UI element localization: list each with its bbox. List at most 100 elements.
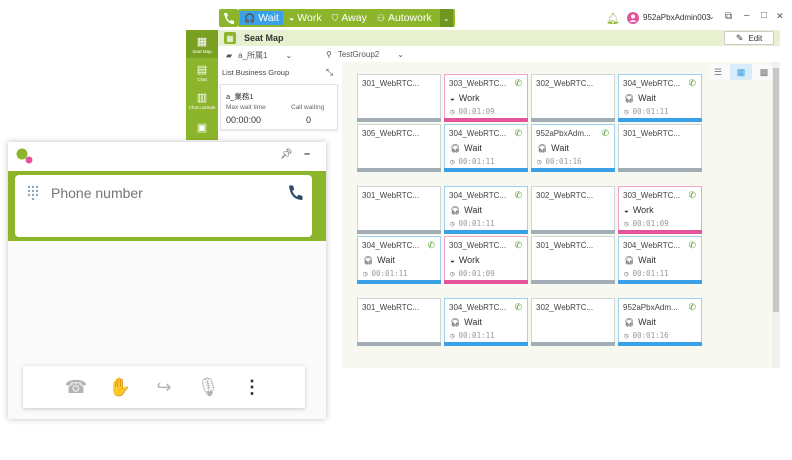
seat-card[interactable]: 302_WebRTC... [531, 298, 615, 346]
seat-status: 🎧︎ Wait [363, 255, 395, 265]
sidebar-item-chat[interactable]: ▤ Chat [186, 58, 218, 86]
department-filter[interactable]: ▰ a_所属1 ⌄ [226, 50, 292, 61]
microphone-icon[interactable]: 🎙 [186, 377, 230, 398]
seat-card[interactable]: 952aPbxAdm... ✆ 🎧︎ Wait ◷ 00:01:16 [618, 298, 702, 346]
restore-icon[interactable]: ⧉ [725, 11, 732, 22]
status-dropdown-button[interactable]: ⌄ [439, 9, 453, 27]
seat-name: 303_WebRTC... [623, 191, 681, 200]
status-color-bar [444, 342, 528, 346]
seat-card[interactable]: 301_WebRTC... [531, 236, 615, 284]
seat-name: 301_WebRTC... [362, 303, 420, 312]
status-color-bar [618, 342, 702, 346]
collapse-icon[interactable]: ⤡ [326, 67, 333, 78]
list-view-icon[interactable]: ☰ [707, 64, 729, 80]
phone-number-input[interactable] [51, 183, 271, 203]
phone-icon[interactable]: ✆ [688, 302, 696, 313]
chair-icon: ⛉ [331, 12, 339, 23]
seat-name: 301_WebRTC... [362, 79, 420, 88]
phone-icon[interactable]: ✆ [688, 78, 696, 89]
seat-card[interactable]: 301_WebRTC... [357, 298, 441, 346]
call-icon[interactable] [286, 184, 304, 202]
seat-timer-value: 00:01:11 [371, 269, 408, 278]
phone-icon[interactable]: ✆ [514, 190, 522, 201]
seat-card[interactable]: 302_WebRTC... [531, 74, 615, 122]
dialpad-icon[interactable] [27, 185, 39, 201]
sidebar-item-chat-listside[interactable]: ▥ Chat ListSide [186, 86, 218, 114]
status-list: 🎧 Wait ◒ Work ⛉ Away ⚇ Autowork [240, 11, 438, 25]
seat-name: 304_WebRTC... [449, 191, 507, 200]
user-menu-chevron-icon[interactable]: ⌄ [708, 12, 715, 21]
phone-icon[interactable]: ✆ [514, 302, 522, 313]
business-group-name: a_業務1 [226, 92, 254, 101]
phone-icon[interactable]: ✆ [514, 78, 522, 89]
seat-card[interactable]: 304_WebRTC... ✆ 🎧︎ Wait ◷ 00:01:11 [357, 236, 441, 284]
clock-icon: ◷ [624, 269, 629, 278]
pin-icon[interactable]: 📌︎ [280, 149, 293, 160]
sidebar-item-label: Chat ListSide [188, 104, 216, 110]
seat-card[interactable]: 304_WebRTC... ✆ 🎧︎ Wait ◷ 00:01:11 [618, 74, 702, 122]
phone-icon[interactable]: ✆ [427, 240, 435, 251]
minimize-widget-icon[interactable]: – [304, 148, 310, 160]
minimize-button[interactable]: – [744, 10, 750, 21]
seat-card[interactable]: 303_WebRTC... ✆ ◒ Work ◷ 00:01:09 [444, 74, 528, 122]
phone-icon[interactable]: ✆ [514, 128, 522, 139]
phone-number-card[interactable] [15, 175, 312, 237]
seat-card[interactable]: 301_WebRTC... [357, 186, 441, 234]
softphone-toggle-button[interactable] [219, 9, 238, 27]
status-wait-button[interactable]: 🎧 Wait [240, 11, 283, 25]
call-controls: ☎ ✋ ↪ 🎙 ⋮ [23, 366, 305, 408]
sidebar-item-seat-map[interactable]: ▦ Seat Map [186, 30, 218, 58]
edit-button[interactable]: ✎ Edit [724, 31, 774, 45]
seat-timer-value: 00:01:09 [458, 269, 495, 278]
transfer-call-icon[interactable]: ↪ [142, 377, 186, 398]
hold-hand-icon[interactable]: ✋ [98, 377, 142, 398]
page-title: Seat Map [244, 33, 284, 43]
business-group-card[interactable]: a_業務1 Max wait time Call waiting 00:00:0… [220, 84, 338, 130]
seat-card[interactable]: 302_WebRTC... [531, 186, 615, 234]
status-color-bar [357, 168, 441, 172]
hangup-icon[interactable]: ☎ [54, 377, 98, 398]
status-label: Away [341, 12, 367, 24]
softphone-widget: 📌︎ – ☎✋↪🎙⋮ [8, 142, 326, 419]
call-waiting-value: 0 [306, 115, 312, 125]
seat-status-label: Wait [464, 205, 482, 215]
maximize-button[interactable]: □ [761, 10, 767, 21]
seat-name: 304_WebRTC... [449, 129, 507, 138]
status-away-button[interactable]: ⛉ Away [328, 11, 371, 25]
seat-card[interactable]: 305_WebRTC... [357, 124, 441, 172]
seat-card[interactable]: 304_WebRTC... ✆ 🎧︎ Wait ◷ 00:01:11 [618, 236, 702, 284]
clock-icon: ◷ [450, 107, 455, 116]
card-view-icon[interactable]: ▦ [730, 64, 752, 80]
circle-half-icon: ◒ [624, 206, 629, 215]
seat-card[interactable]: 303_WebRTC... ✆ ◒ Work ◷ 00:01:09 [618, 186, 702, 234]
close-button[interactable]: ✕ [776, 11, 784, 22]
seat-card[interactable]: 301_WebRTC... [357, 74, 441, 122]
seat-card[interactable]: 303_WebRTC... ✆ ◒ Work ◷ 00:01:09 [444, 236, 528, 284]
status-work-button[interactable]: ◒ Work [285, 11, 326, 25]
seat-card[interactable]: 304_WebRTC... ✆ 🎧︎ Wait ◷ 00:01:11 [444, 298, 528, 346]
phone-icon[interactable]: ✆ [601, 128, 609, 139]
bell-icon[interactable]: 🔔︎ [606, 12, 620, 25]
avatar[interactable] [627, 12, 639, 24]
scrollbar-thumb[interactable] [773, 68, 779, 312]
seat-card[interactable]: 301_WebRTC... [618, 124, 702, 172]
phone-icon[interactable]: ✆ [514, 240, 522, 251]
user-name[interactable]: 952aPbxAdmin003 [643, 13, 711, 22]
status-autowork-button[interactable]: ⚇ Autowork [373, 11, 436, 25]
page-header: ▦ Seat Map ✎ Edit [218, 30, 780, 46]
phone-icon[interactable]: ✆ [688, 190, 696, 201]
more-vertical-icon[interactable]: ⋮ [230, 377, 274, 398]
seat-card[interactable]: 304_WebRTC... ✆ 🎧︎ Wait ◷ 00:01:11 [444, 186, 528, 234]
seat-timer-value: 00:01:09 [632, 219, 669, 228]
seat-card[interactable]: 952aPbxAdm... ✆ 🎧︎ Wait ◷ 00:01:16 [531, 124, 615, 172]
status-color-bar [531, 118, 615, 122]
headset-icon: 🎧︎ [450, 206, 461, 215]
seat-name: 302_WebRTC... [536, 79, 594, 88]
sidebar-item-contacts[interactable]: ▣ [186, 114, 218, 142]
status-color-bar [357, 118, 441, 122]
seat-status-label: Wait [638, 93, 656, 103]
chevron-down-icon: ⌄ [442, 13, 450, 23]
group-filter[interactable]: ⚲ TestGroup2 ⌄ [326, 50, 404, 59]
phone-icon[interactable]: ✆ [688, 240, 696, 251]
seat-card[interactable]: 304_WebRTC... ✆ 🎧︎ Wait ◷ 00:01:11 [444, 124, 528, 172]
